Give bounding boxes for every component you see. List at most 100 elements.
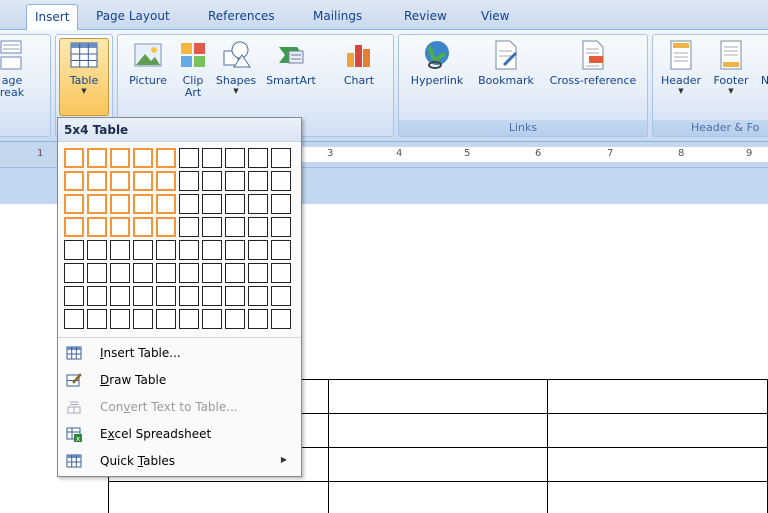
grid-cell[interactable] (179, 217, 199, 237)
grid-cell[interactable] (179, 240, 199, 260)
grid-cell[interactable] (179, 263, 199, 283)
grid-cell[interactable] (64, 148, 84, 168)
grid-cell[interactable] (133, 309, 153, 329)
grid-cell[interactable] (87, 240, 107, 260)
grid-cell[interactable] (202, 171, 222, 191)
grid-cell[interactable] (271, 309, 291, 329)
grid-cell[interactable] (110, 194, 130, 214)
tab-page-layout[interactable]: Page Layout (96, 9, 170, 23)
grid-cell[interactable] (225, 286, 245, 306)
grid-cell[interactable] (248, 240, 268, 260)
grid-cell[interactable] (110, 171, 130, 191)
header-button[interactable]: Header ▼ (657, 39, 705, 95)
insert-table-menu-item[interactable]: Insert Table... (58, 340, 301, 367)
grid-cell[interactable] (179, 286, 199, 306)
grid-cell[interactable] (133, 171, 153, 191)
cross-reference-button[interactable]: Cross-reference (541, 39, 645, 87)
hyperlink-button[interactable]: Hyperlink (403, 39, 471, 87)
grid-cell[interactable] (87, 148, 107, 168)
table-cell[interactable] (547, 379, 768, 414)
grid-cell[interactable] (110, 148, 130, 168)
clip-art-button[interactable]: Clip Art (176, 39, 210, 99)
grid-cell[interactable] (225, 217, 245, 237)
grid-cell[interactable] (156, 194, 176, 214)
grid-cell[interactable] (156, 286, 176, 306)
grid-cell[interactable] (87, 217, 107, 237)
grid-cell[interactable] (202, 309, 222, 329)
table-cell[interactable] (327, 379, 549, 414)
grid-cell[interactable] (110, 217, 130, 237)
tab-mailings[interactable]: Mailings (313, 9, 362, 23)
grid-cell[interactable] (64, 263, 84, 283)
shapes-button[interactable]: Shapes ▼ (212, 39, 260, 95)
bookmark-button[interactable]: Bookmark (471, 39, 541, 87)
table-cell[interactable] (547, 481, 768, 513)
grid-cell[interactable] (225, 194, 245, 214)
grid-cell[interactable] (225, 263, 245, 283)
grid-cell[interactable] (248, 171, 268, 191)
grid-cell[interactable] (64, 194, 84, 214)
table-button[interactable]: Table ▼ (59, 38, 109, 116)
table-cell[interactable] (327, 447, 549, 482)
grid-cell[interactable] (179, 148, 199, 168)
grid-cell[interactable] (133, 240, 153, 260)
quick-tables-menu-item[interactable]: Quick Tables ▶ (58, 448, 301, 475)
grid-cell[interactable] (133, 148, 153, 168)
grid-cell[interactable] (156, 148, 176, 168)
grid-cell[interactable] (179, 194, 199, 214)
grid-cell[interactable] (179, 171, 199, 191)
grid-cell[interactable] (87, 263, 107, 283)
table-cell[interactable] (108, 481, 329, 513)
grid-cell[interactable] (64, 171, 84, 191)
convert-text-to-table-menu-item[interactable]: Convert Text to Table... (58, 394, 301, 421)
grid-cell[interactable] (110, 286, 130, 306)
picture-button[interactable]: Picture (124, 39, 172, 87)
grid-cell[interactable] (156, 217, 176, 237)
grid-cell[interactable] (271, 148, 291, 168)
grid-cell[interactable] (202, 263, 222, 283)
table-cell[interactable] (327, 413, 549, 448)
grid-cell[interactable] (133, 217, 153, 237)
grid-cell[interactable] (110, 263, 130, 283)
grid-cell[interactable] (225, 171, 245, 191)
tab-references[interactable]: References (208, 9, 275, 23)
footer-button[interactable]: Footer ▼ (707, 39, 755, 95)
grid-cell[interactable] (271, 240, 291, 260)
grid-cell[interactable] (202, 148, 222, 168)
page-break-button[interactable]: age reak (0, 39, 27, 99)
grid-cell[interactable] (87, 286, 107, 306)
draw-table-menu-item[interactable]: Draw Table (58, 367, 301, 394)
grid-cell[interactable] (271, 286, 291, 306)
grid-cell[interactable] (248, 217, 268, 237)
grid-cell[interactable] (271, 194, 291, 214)
grid-cell[interactable] (179, 309, 199, 329)
grid-cell[interactable] (110, 309, 130, 329)
grid-cell[interactable] (64, 240, 84, 260)
grid-cell[interactable] (202, 240, 222, 260)
grid-cell[interactable] (156, 309, 176, 329)
tab-review[interactable]: Review (404, 9, 447, 23)
grid-cell[interactable] (156, 171, 176, 191)
grid-cell[interactable] (64, 309, 84, 329)
grid-cell[interactable] (64, 217, 84, 237)
grid-cell[interactable] (202, 217, 222, 237)
grid-cell[interactable] (133, 194, 153, 214)
grid-cell[interactable] (248, 194, 268, 214)
grid-cell[interactable] (110, 240, 130, 260)
table-cell[interactable] (327, 481, 549, 513)
grid-cell[interactable] (225, 240, 245, 260)
grid-cell[interactable] (271, 263, 291, 283)
grid-cell[interactable] (248, 148, 268, 168)
grid-cell[interactable] (271, 171, 291, 191)
grid-cell[interactable] (87, 194, 107, 214)
smartart-button[interactable]: SmartArt (260, 39, 322, 87)
grid-cell[interactable] (133, 286, 153, 306)
grid-cell[interactable] (87, 309, 107, 329)
grid-cell[interactable] (156, 240, 176, 260)
grid-cell[interactable] (202, 194, 222, 214)
grid-cell[interactable] (248, 309, 268, 329)
tab-insert[interactable]: Insert (26, 4, 79, 31)
table-cell[interactable] (547, 413, 768, 448)
grid-cell[interactable] (248, 286, 268, 306)
grid-cell[interactable] (202, 286, 222, 306)
